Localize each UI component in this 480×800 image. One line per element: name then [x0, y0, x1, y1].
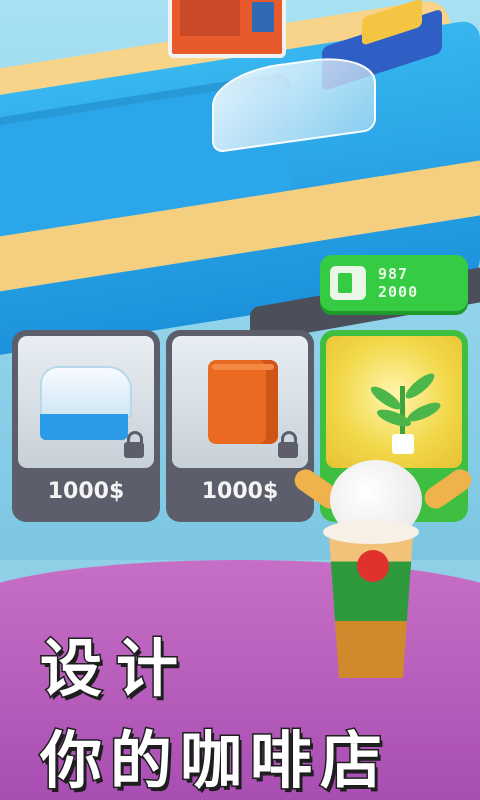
- machine-window: [180, 0, 240, 36]
- machine-panel: [252, 2, 274, 32]
- badge-text: 987 2000: [378, 265, 418, 301]
- plant-icon: [392, 434, 414, 454]
- lock-icon: [278, 431, 298, 458]
- shop-card-display-case[interactable]: 1000$: [12, 330, 160, 522]
- money-badge[interactable]: 987 2000: [320, 255, 468, 311]
- card-preview: [326, 336, 462, 468]
- title-line-1: 设计: [39, 631, 193, 707]
- cup-lid: [323, 520, 419, 544]
- case-glass: [40, 366, 132, 418]
- card-price: 1000$: [201, 478, 279, 504]
- leaf: [405, 398, 443, 426]
- fridge-icon: [208, 360, 278, 444]
- cup-nose: [357, 550, 389, 582]
- card-price: 1000$: [47, 478, 125, 504]
- badge-current: 987: [378, 265, 409, 283]
- cash-icon: [330, 266, 366, 300]
- shop-card-fridge[interactable]: 1000$: [166, 330, 314, 522]
- card-preview: [18, 336, 154, 468]
- card-preview: [172, 336, 308, 468]
- display-case-icon: [40, 366, 132, 440]
- lock-icon: [124, 431, 144, 458]
- title-line-2: 你的咖啡店: [39, 723, 391, 799]
- badge-target: 2000: [378, 283, 419, 301]
- plant-stem: [400, 386, 405, 436]
- leaf: [402, 369, 438, 403]
- case-base: [40, 414, 128, 440]
- game-scene: 987 2000 1000$ 1000$ 设计 你的咖啡店: [0, 0, 480, 800]
- coffee-machine[interactable]: [168, 0, 286, 58]
